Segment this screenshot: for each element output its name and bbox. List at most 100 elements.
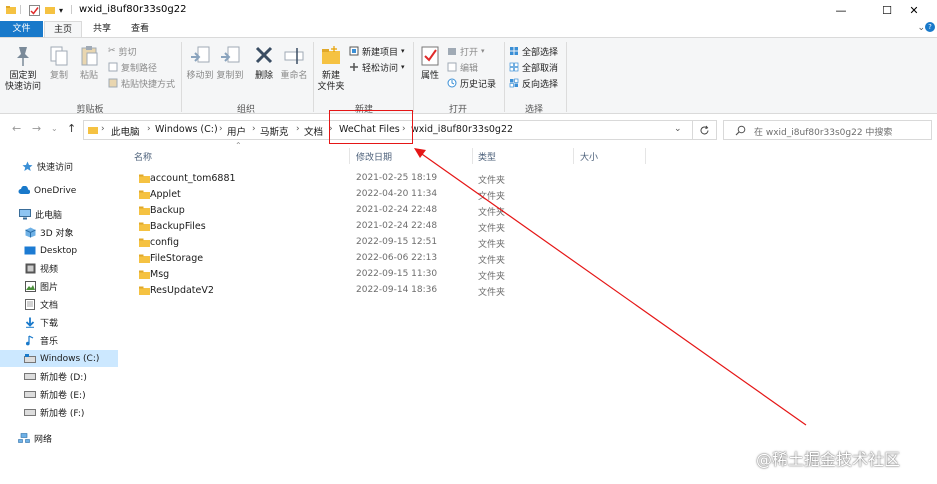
scissors-icon: ✂	[108, 46, 116, 56]
close-button[interactable]: ✕	[891, 0, 937, 20]
column-header-modified[interactable]: 修改日期	[356, 150, 392, 163]
refresh-icon	[700, 125, 709, 134]
file-date: 2022-09-15 11:30	[356, 269, 438, 279]
paste-shortcut-button[interactable]: 粘贴快捷方式	[108, 76, 175, 90]
window-title: wxid_i8uf80r33s0g22	[79, 4, 187, 15]
history-button[interactable]: 历史记录	[447, 76, 496, 90]
sidebar-item-music[interactable]: 音乐	[0, 332, 118, 349]
breadcrumb-separator: ›	[147, 124, 151, 134]
copy-to-icon	[221, 46, 240, 63]
minimize-button[interactable]: —	[818, 0, 864, 20]
breadcrumb-separator: ›	[296, 124, 300, 134]
column-divider[interactable]	[573, 148, 574, 164]
sidebar-item-label: 新加卷 (D:)	[40, 373, 87, 383]
column-divider[interactable]	[349, 148, 350, 164]
table-row[interactable]: Applet 2022-04-20 11:34 文件夹	[133, 187, 633, 203]
sidebar-item-desktop[interactable]: Desktop	[0, 242, 118, 259]
search-box[interactable]: 在 wxid_i8uf80r33s0g22 中搜索	[723, 120, 932, 140]
breadcrumb-current-folder[interactable]: wxid_i8uf80r33s0g22	[411, 124, 513, 135]
quick-access-dropdown-icon[interactable]: ▾	[59, 3, 63, 17]
paste-button[interactable]: 粘贴	[75, 44, 103, 82]
table-row[interactable]: account_tom6881 2021-02-25 18:19 文件夹	[133, 171, 633, 187]
file-name: Applet	[150, 189, 181, 200]
new-item-button[interactable]: 新建项目 ▾	[349, 44, 405, 58]
table-row[interactable]: Msg 2022-09-15 11:30 文件夹	[133, 267, 633, 283]
table-row[interactable]: ResUpdateV2 2022-09-14 18:36 文件夹	[133, 283, 633, 299]
breadcrumb-users[interactable]: 用户	[227, 124, 246, 138]
sidebar-item-label: 新加卷 (F:)	[40, 409, 85, 419]
pin-quick-access-button[interactable]: 固定到 快速访问	[4, 44, 42, 93]
sidebar-item-windows-c[interactable]: Windows (C:)	[0, 350, 118, 367]
easy-access-button[interactable]: 轻松访问 ▾	[349, 60, 405, 74]
move-to-button[interactable]: 移动到	[185, 44, 215, 82]
copy-button[interactable]: 复制	[45, 44, 73, 82]
file-date: 2021-02-24 22:48	[356, 221, 438, 231]
help-icon[interactable]: ?	[925, 22, 935, 32]
sidebar-item-this-pc[interactable]: 此电脑	[0, 206, 118, 223]
recent-locations-chevron-icon[interactable]: ⌄	[51, 124, 58, 133]
select-none-button[interactable]: 全部取消	[509, 60, 558, 74]
sidebar-item-onedrive[interactable]: OneDrive	[0, 182, 118, 199]
cut-button[interactable]: ✂ 剪切	[108, 44, 137, 58]
copy-path-button[interactable]: 复制路径	[108, 60, 157, 74]
paste-icon	[81, 46, 98, 66]
breadcrumb-this-pc[interactable]: 此电脑	[111, 124, 140, 138]
copy-path-label: 复制路径	[121, 63, 158, 74]
tab-home[interactable]: 主页	[44, 21, 82, 38]
delete-button[interactable]: 删除	[250, 44, 278, 82]
open-button[interactable]: 打开 ▾	[447, 44, 485, 58]
new-folder-icon	[322, 46, 340, 64]
copy-to-button[interactable]: 复制到	[215, 44, 245, 82]
sidebar-item-drive-f[interactable]: 新加卷 (F:)	[0, 404, 118, 421]
tab-share[interactable]: 共享	[84, 21, 120, 38]
tab-view[interactable]: 查看	[122, 21, 158, 38]
sidebar-item-quick-access[interactable]: 快速访问	[0, 158, 118, 175]
edit-button[interactable]: 编辑	[447, 60, 478, 74]
sidebar-item-pictures[interactable]: 图片	[0, 278, 118, 295]
folder-icon	[88, 127, 98, 134]
edit-icon	[447, 62, 457, 72]
breadcrumb-windows-c[interactable]: Windows (C:)	[155, 124, 218, 135]
back-arrow-icon[interactable]: ←	[12, 122, 21, 135]
sidebar-item-label: 快速访问	[37, 163, 74, 173]
sidebar-item-documents[interactable]: 文档	[0, 296, 118, 313]
rename-button[interactable]: 重命名	[279, 44, 309, 82]
table-row[interactable]: FileStorage 2022-06-06 22:13 文件夹	[133, 251, 633, 267]
sidebar-item-downloads[interactable]: 下载	[0, 314, 118, 331]
table-row[interactable]: BackupFiles 2021-02-24 22:48 文件夹	[133, 219, 633, 235]
address-dropdown-icon[interactable]: ⌄	[674, 124, 682, 134]
invert-selection-button[interactable]: 反向选择	[509, 76, 558, 90]
file-type: 文件夹	[478, 208, 506, 218]
breadcrumb-documents[interactable]: 文档	[304, 124, 323, 138]
drive-icon	[24, 353, 36, 365]
column-header-size[interactable]: 大小	[580, 150, 598, 163]
forward-arrow-icon[interactable]: →	[32, 122, 41, 135]
file-type: 文件夹	[478, 288, 506, 298]
column-header-name[interactable]: 名称	[134, 150, 152, 163]
dropdown-arrow-icon: ▾	[401, 63, 405, 71]
copy-to-label: 复制到	[216, 71, 244, 81]
new-folder-button[interactable]: 新建 文件夹	[316, 44, 346, 93]
new-folder-quick-icon[interactable]	[45, 3, 55, 17]
table-row[interactable]: config 2022-09-15 12:51 文件夹	[133, 235, 633, 251]
properties-quick-icon[interactable]	[29, 3, 40, 17]
sidebar-item-network[interactable]: 网络	[0, 430, 118, 447]
properties-button[interactable]: 属性	[416, 44, 444, 82]
tab-file[interactable]: 文件	[0, 21, 43, 38]
divider: |	[19, 5, 23, 15]
breadcrumb-user-name[interactable]: 马斯克	[260, 124, 289, 138]
select-all-button[interactable]: 全部选择	[509, 44, 558, 58]
column-header-type[interactable]: 类型	[478, 150, 496, 163]
up-arrow-icon[interactable]: ↑	[67, 122, 76, 135]
sidebar-item-3d-objects[interactable]: 3D 对象	[0, 224, 118, 241]
sidebar-item-videos[interactable]: 视频	[0, 260, 118, 277]
sidebar-item-drive-d[interactable]: 新加卷 (D:)	[0, 368, 118, 385]
column-divider[interactable]	[472, 148, 473, 164]
computer-icon	[19, 209, 31, 221]
column-divider[interactable]	[645, 148, 646, 164]
table-row[interactable]: Backup 2021-02-24 22:48 文件夹	[133, 203, 633, 219]
refresh-button[interactable]	[693, 120, 717, 140]
group-separator	[566, 42, 567, 112]
collapse-ribbon-icon[interactable]: ⌄	[917, 23, 925, 33]
sidebar-item-drive-e[interactable]: 新加卷 (E:)	[0, 386, 118, 403]
